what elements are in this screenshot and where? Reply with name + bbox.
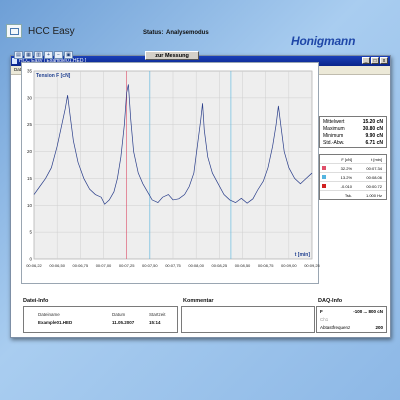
save-icon[interactable]: ▦ bbox=[24, 51, 33, 59]
daq-label: Abtastfrequenz bbox=[320, 325, 351, 330]
marker-f: 13.2% bbox=[340, 174, 352, 180]
print-icon[interactable]: ▥ bbox=[34, 51, 43, 59]
x-tick-label: 00:07,50 bbox=[142, 263, 158, 268]
x-tick-label: 00:09,25 bbox=[304, 263, 320, 268]
stat-row-mean: Mittelwert 15.20 cN bbox=[323, 119, 383, 125]
chart-area[interactable]: 00:06,22 00:06,50 00:06,75 00:07,00 00:07,25… bbox=[21, 62, 320, 284]
stat-value: 15.20 cN bbox=[362, 119, 383, 125]
x-axis-label: t [min] bbox=[295, 252, 311, 258]
marker-f: -0.010 bbox=[340, 183, 352, 189]
y-tick-label: 25 bbox=[27, 122, 33, 127]
y-tick-label: 0 bbox=[29, 257, 32, 262]
x-tick-label: 00:06,75 bbox=[73, 263, 89, 268]
date-value: 11.05.2007 bbox=[112, 320, 135, 325]
daq-info-title: DAQ-Info bbox=[318, 298, 343, 304]
file-info-panel: Dateiname Example01.HED Datum 11.05.2007… bbox=[23, 306, 178, 333]
marker-row: Tsk. 1.000 Hz bbox=[320, 191, 386, 199]
x-tick-label: 00:08,00 bbox=[188, 263, 204, 268]
statistics-panel: Mittelwert 15.20 cN Maximum 30.80 cN Min… bbox=[319, 116, 387, 148]
marker-last-label: Tsk. bbox=[344, 192, 352, 198]
file-name-label: Dateiname bbox=[38, 312, 60, 317]
stat-label: Std.-Abw. bbox=[323, 140, 345, 146]
maximize-button[interactable]: □ bbox=[371, 57, 379, 64]
y-tick-label: 15 bbox=[27, 176, 33, 181]
x-tick-label: 00:07,25 bbox=[119, 263, 135, 268]
marker-col-f: F [cN] bbox=[341, 156, 352, 162]
open-icon[interactable]: ▤ bbox=[14, 51, 23, 59]
minimize-button[interactable]: _ bbox=[362, 57, 370, 64]
stat-row-stddev: Std.-Abw. 6.71 cN bbox=[323, 140, 383, 146]
marker-color-swatch bbox=[322, 175, 326, 179]
y-tick-label: 10 bbox=[27, 203, 33, 208]
comment-field[interactable] bbox=[181, 306, 315, 333]
marker-t: 00:07.34 bbox=[366, 165, 382, 171]
marker-row[interactable]: -0.010 00:00.72 bbox=[320, 182, 386, 191]
stat-label: Minimum bbox=[323, 133, 344, 139]
daq-value: -100 ... 800 cN bbox=[353, 309, 383, 314]
marker-f: 32.2% bbox=[340, 165, 352, 171]
stat-label: Mittelwert bbox=[323, 119, 345, 125]
stat-value: 6.71 cN bbox=[365, 140, 383, 146]
daq-label: F bbox=[320, 309, 323, 314]
marker-t: 00:08.06 bbox=[366, 174, 382, 180]
comment-title: Kommentar bbox=[183, 298, 214, 304]
marker-header: F [cN] t [min] bbox=[320, 155, 386, 164]
daq-label: Ch1 bbox=[320, 317, 329, 322]
x-tick-label: 00:08,75 bbox=[258, 263, 274, 268]
x-tick-label: 00:07,00 bbox=[96, 263, 112, 268]
marker-color-swatch bbox=[322, 184, 326, 188]
file-name-value: Example01.HED bbox=[38, 320, 73, 325]
measure-button[interactable]: zur Messung bbox=[145, 51, 199, 60]
marker-table: F [cN] t [min] 32.2% 00:07.34 13.2% 00:0… bbox=[319, 154, 387, 200]
stat-value: 9.90 cN bbox=[365, 133, 383, 139]
status-label: Status: bbox=[143, 30, 164, 36]
stat-row-min: Minimum 9.90 cN bbox=[323, 133, 383, 139]
y-tick-label: 30 bbox=[27, 95, 33, 100]
start-time-value: 15:14 bbox=[149, 320, 161, 325]
toolbar: ▤ ▦ ▥ + − ▣ bbox=[14, 51, 73, 59]
x-tick-label: 00:06,50 bbox=[49, 263, 65, 268]
x-tick-label: 00:08,25 bbox=[212, 263, 228, 268]
measure-icon[interactable]: ▣ bbox=[64, 51, 73, 59]
file-info-title: Datei-Info bbox=[23, 298, 49, 304]
start-time-label: Startzeit bbox=[149, 312, 166, 317]
marker-color-swatch bbox=[322, 166, 326, 170]
chart-title: Tension F [cN] bbox=[36, 73, 71, 79]
x-tick-label: 00:07,75 bbox=[165, 263, 181, 268]
x-tick-label: 00:06,22 bbox=[26, 263, 42, 268]
close-button[interactable]: x bbox=[380, 57, 388, 64]
marker-t: 00:00.72 bbox=[366, 183, 382, 189]
stat-row-max: Maximum 30.80 cN bbox=[323, 126, 383, 132]
marker-row[interactable]: 32.2% 00:07.34 bbox=[320, 164, 386, 173]
zoom-in-icon[interactable]: + bbox=[44, 51, 53, 59]
status-value: Analysemodus bbox=[166, 30, 209, 36]
y-tick-label: 5 bbox=[29, 230, 32, 235]
x-tick-label: 00:09,00 bbox=[281, 263, 297, 268]
daq-value: 200 bbox=[375, 325, 383, 330]
app-logo-icon bbox=[6, 24, 22, 38]
zoom-out-icon[interactable]: − bbox=[54, 51, 63, 59]
stat-value: 30.80 cN bbox=[362, 126, 383, 132]
brand-logo: Honigmann bbox=[291, 34, 356, 48]
y-tick-label: 35 bbox=[27, 69, 33, 74]
stat-label: Maximum bbox=[323, 126, 345, 132]
daq-info-panel: F -100 ... 800 cN Ch1 Abtastfrequenz 200 bbox=[316, 306, 387, 333]
marker-row[interactable]: 13.2% 00:08.06 bbox=[320, 173, 386, 182]
y-tick-label: 20 bbox=[27, 149, 33, 154]
date-label: Datum bbox=[112, 312, 126, 317]
app-title: HCC Easy bbox=[28, 26, 75, 37]
x-tick-label: 00:08,50 bbox=[235, 263, 251, 268]
tension-chart: 00:06,22 00:06,50 00:06,75 00:07,00 00:07,25… bbox=[26, 69, 320, 269]
marker-last-value: 1.000 Hz bbox=[365, 192, 382, 198]
marker-col-t: t [min] bbox=[371, 156, 382, 162]
